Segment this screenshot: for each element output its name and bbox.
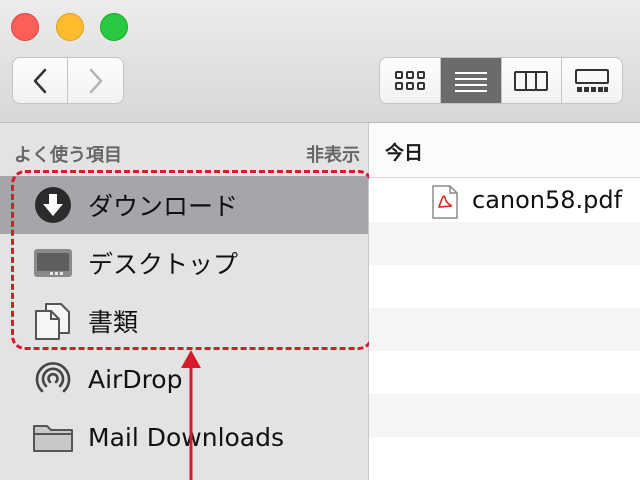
back-button[interactable] [12, 57, 68, 104]
empty-row [369, 222, 640, 265]
empty-row [369, 351, 640, 394]
chevron-left-icon [33, 68, 47, 93]
zoom-button[interactable] [100, 13, 128, 41]
list-view-icon [454, 71, 487, 92]
hide-section-button[interactable]: 非表示 [306, 141, 360, 167]
column-view-button[interactable] [502, 58, 563, 103]
favorites-section-title: よく使う項目 [14, 145, 122, 166]
pdf-icon [432, 185, 458, 219]
annotation-arrow [181, 350, 201, 480]
empty-row [369, 437, 640, 480]
file-name: canon58.pdf [472, 186, 623, 214]
icon-view-icon [394, 70, 425, 90]
view-mode-selector [379, 57, 623, 104]
minimize-button[interactable] [56, 13, 84, 41]
file-row[interactable]: canon58.pdf [369, 179, 640, 222]
empty-row [369, 265, 640, 308]
highlight-dashed-box [11, 170, 373, 350]
airdrop-icon [35, 362, 71, 393]
close-button[interactable] [11, 13, 39, 41]
file-list: 今日 canon58.pdf [369, 123, 640, 480]
empty-row [369, 308, 640, 351]
sidebar-item-label: AirDrop [88, 364, 183, 394]
date-group-header: 今日 [369, 123, 640, 178]
gallery-view-button[interactable] [562, 58, 622, 103]
empty-row [369, 394, 640, 437]
chevron-right-icon [89, 68, 102, 93]
folder-icon [33, 425, 73, 452]
gallery-view-icon [575, 68, 610, 92]
window-toolbar [0, 0, 640, 123]
forward-button[interactable] [68, 57, 124, 104]
list-view-button[interactable] [440, 58, 502, 103]
icon-view-button[interactable] [380, 58, 441, 103]
date-group-label: 今日 [385, 142, 424, 164]
column-view-icon [514, 70, 549, 91]
sidebar-section-header: よく使う項目 非表示 [14, 141, 360, 169]
